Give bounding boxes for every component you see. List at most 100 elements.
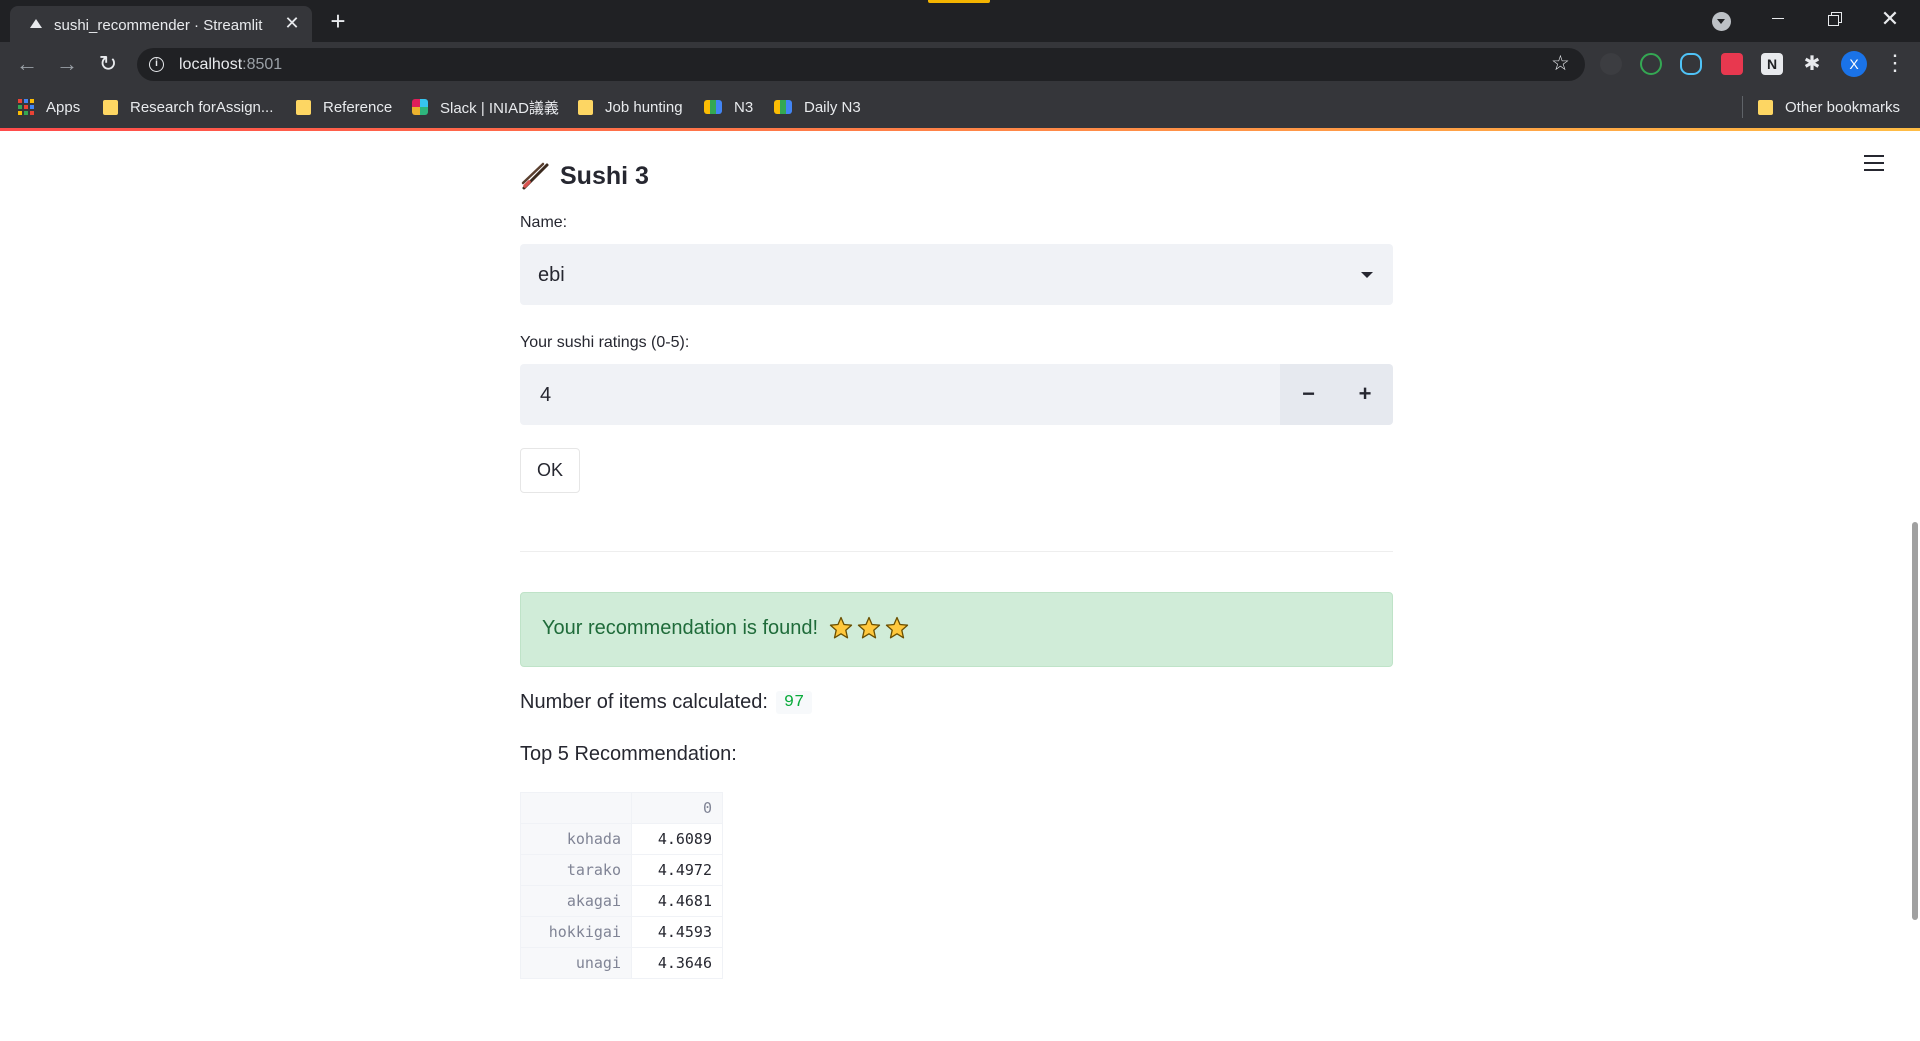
bookmark-label: Other bookmarks xyxy=(1785,98,1901,116)
items-calculated-label: Number of items calculated: xyxy=(520,691,768,713)
chevron-down-icon[interactable] xyxy=(1361,272,1373,278)
react-devtools-icon[interactable] xyxy=(1680,53,1702,75)
table-row-label: kohada xyxy=(520,823,632,855)
streamlit-header-decoration xyxy=(0,128,1920,131)
tab-search-icon[interactable] xyxy=(1712,12,1731,31)
table-row: hokkigai 4.4593 xyxy=(520,916,723,948)
bookmarks-bar: Apps Research forAssign... Reference Sla… xyxy=(0,86,1920,128)
bookmark-star-icon[interactable]: ☆ xyxy=(1551,52,1570,76)
bookmark-slack[interactable]: Slack | INIAD議義 xyxy=(412,96,559,118)
minimize-window-button[interactable] xyxy=(1758,4,1798,34)
star-icon xyxy=(857,616,881,639)
table-row: unagi 4.3646 xyxy=(520,947,723,979)
back-arrow-icon[interactable]: ← xyxy=(14,51,40,77)
folder-icon xyxy=(1758,99,1773,115)
success-alert-text: Your recommendation is found! xyxy=(542,617,819,639)
bookmark-label: Daily N3 xyxy=(804,98,861,116)
address-bar[interactable]: i localhost:8501 ☆ xyxy=(137,48,1585,81)
url-port: :8501 xyxy=(242,56,283,73)
horizontal-divider xyxy=(520,551,1393,552)
notion-icon[interactable]: N xyxy=(1761,53,1783,75)
chopsticks-icon xyxy=(521,162,549,190)
bookmark-label: Research forAssign... xyxy=(130,98,274,116)
bookmark-label: Slack | INIAD議義 xyxy=(440,99,559,117)
bookmark-daily-n3[interactable]: Daily N3 xyxy=(774,96,861,118)
items-calculated-line: Number of items calculated: 97 xyxy=(520,691,813,714)
reload-icon[interactable]: ↻ xyxy=(95,51,121,77)
bookmarks-separator xyxy=(1742,96,1743,118)
bookmark-reference-folder[interactable]: Reference xyxy=(296,96,392,118)
table-row: kohada 4.6089 xyxy=(520,823,723,855)
forward-arrow-icon[interactable]: → xyxy=(54,51,80,77)
site-info-icon[interactable]: i xyxy=(149,57,164,72)
decrement-button[interactable]: − xyxy=(1280,364,1337,425)
meet-icon xyxy=(704,100,722,114)
table-index-header xyxy=(520,792,632,824)
meet-icon xyxy=(774,100,792,114)
increment-button[interactable]: + xyxy=(1337,364,1393,425)
table-row-label: tarako xyxy=(520,854,632,886)
page-title: Sushi 3 xyxy=(520,161,649,191)
close-tab-icon[interactable]: ✕ xyxy=(282,14,302,32)
browser-toolbar: ← → ↻ i localhost:8501 ☆ N ✱ X ⋮ xyxy=(0,42,1920,86)
bookmark-job-hunting-folder[interactable]: Job hunting xyxy=(578,96,683,118)
table-cell-score: 4.3646 xyxy=(631,947,723,979)
browser-tab-active[interactable]: sushi_recommender · Streamlit ✕ xyxy=(10,6,312,42)
recommendation-table: 0 kohada 4.6089 tarako 4.4972 akagai 4.4681 ho… xyxy=(520,792,723,979)
table-row: akagai 4.4681 xyxy=(520,885,723,917)
name-select-label: Name: xyxy=(520,214,568,231)
streamlit-favicon-icon xyxy=(30,19,42,28)
url-host: localhost xyxy=(179,56,243,73)
extensions-puzzle-icon[interactable]: ✱ xyxy=(1801,53,1823,75)
bookmark-research-folder[interactable]: Research forAssign... xyxy=(103,96,273,118)
bookmark-label: Reference xyxy=(323,98,393,116)
bookmark-n3[interactable]: N3 xyxy=(704,96,753,118)
table-row: tarako 4.4972 xyxy=(520,854,723,886)
items-calculated-count: 97 xyxy=(775,691,813,714)
table-column-header: 0 xyxy=(631,792,723,824)
bookmark-label: Apps xyxy=(46,98,81,116)
folder-icon xyxy=(296,99,311,115)
table-cell-score: 4.4972 xyxy=(631,854,723,886)
name-select[interactable]: ebi xyxy=(520,244,1393,305)
table-cell-score: 4.4681 xyxy=(631,885,723,917)
hamburger-menu-icon[interactable] xyxy=(1864,155,1884,173)
alert-stars xyxy=(829,616,909,640)
ok-button[interactable]: OK xyxy=(520,448,580,493)
page-title-text: Sushi 3 xyxy=(560,161,649,190)
browser-menu-icon[interactable]: ⋮ xyxy=(1884,50,1906,76)
table-body: kohada 4.6089 tarako 4.4972 akagai 4.4681 hokk… xyxy=(520,823,723,979)
extension-icon[interactable] xyxy=(1600,53,1622,75)
restore-window-button[interactable] xyxy=(1814,4,1854,34)
bookmark-apps[interactable]: Apps xyxy=(18,96,80,118)
folder-icon xyxy=(103,99,118,115)
scrollbar-thumb[interactable] xyxy=(1912,522,1918,920)
rating-value: 4 xyxy=(540,384,552,406)
rating-input-label: Your sushi ratings (0-5): xyxy=(520,334,690,351)
name-select-value: ebi xyxy=(538,264,565,286)
rating-stepper: − + xyxy=(1280,364,1393,425)
apps-grid-icon xyxy=(18,99,34,115)
star-icon xyxy=(885,616,909,639)
tab-title: sushi_recommender · Streamlit xyxy=(54,17,263,34)
new-tab-button[interactable]: + xyxy=(326,8,350,34)
bookmark-label: N3 xyxy=(734,98,754,116)
table-cell-score: 4.4593 xyxy=(631,916,723,948)
browser-tab-strip: sushi_recommender · Streamlit ✕ + ✕ xyxy=(0,0,1920,42)
table-header-row: 0 xyxy=(520,792,723,824)
star-icon xyxy=(829,616,853,639)
table-row-label: hokkigai xyxy=(520,916,632,948)
table-row-label: akagai xyxy=(520,885,632,917)
url-text[interactable]: localhost:8501 xyxy=(179,56,282,74)
top5-heading: Top 5 Recommendation: xyxy=(520,743,737,765)
profile-avatar[interactable]: X xyxy=(1841,51,1867,77)
table-cell-score: 4.6089 xyxy=(631,823,723,855)
other-bookmarks-folder[interactable]: Other bookmarks xyxy=(1758,96,1900,118)
extension-green-circle-icon[interactable] xyxy=(1640,53,1662,75)
bookmark-label: Job hunting xyxy=(605,98,683,116)
close-window-button[interactable]: ✕ xyxy=(1870,4,1910,34)
rating-number-input[interactable]: 4 xyxy=(520,364,1280,425)
success-alert: Your recommendation is found! xyxy=(520,592,1393,667)
extension-red-shield-icon[interactable] xyxy=(1721,53,1743,75)
tab-strip-accent xyxy=(928,0,990,3)
